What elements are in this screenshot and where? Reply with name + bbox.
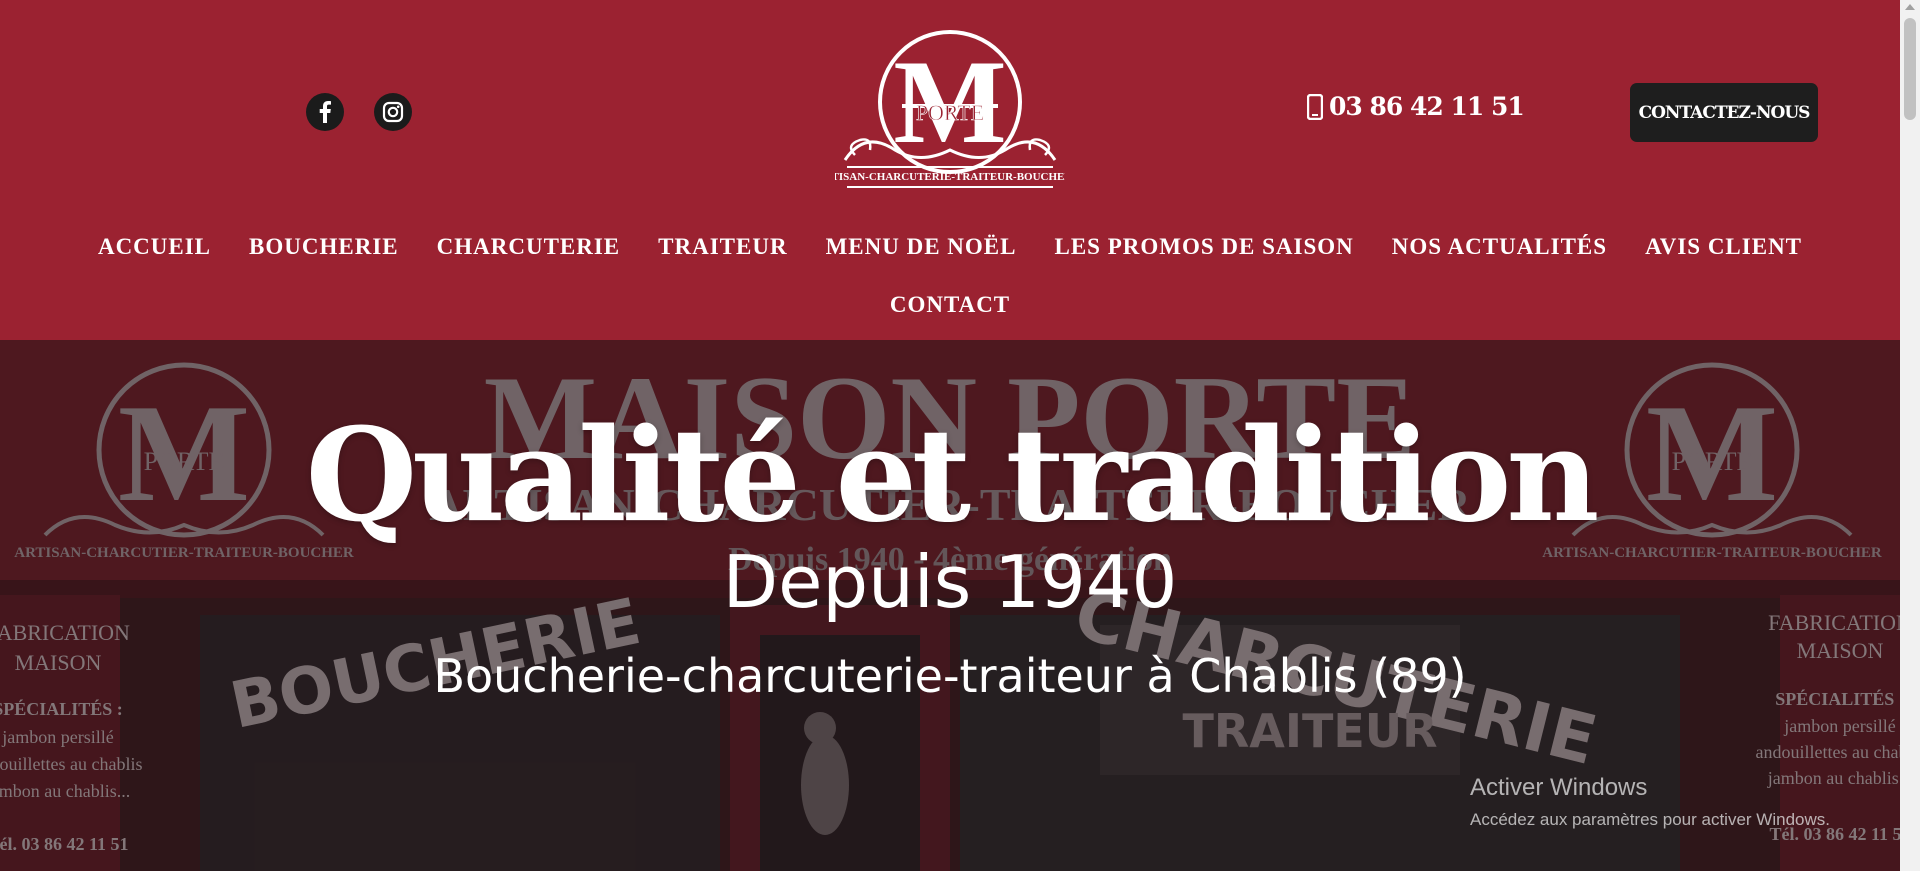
nav-item-contact[interactable]: CONTACT bbox=[890, 292, 1010, 318]
nav-item-nos-actualites[interactable]: NOS ACTUALITÉS bbox=[1392, 234, 1607, 260]
nav-item-traiteur[interactable]: TRAITEUR bbox=[658, 234, 787, 260]
watermark-title: Activer Windows bbox=[1470, 774, 1648, 801]
nav-item-avis-client[interactable]: AVIS CLIENT bbox=[1645, 234, 1802, 260]
phone-number[interactable]: 03 86 42 11 51 bbox=[1307, 92, 1525, 121]
scroll-up-icon[interactable] bbox=[1905, 4, 1915, 10]
watermark-text: Accédez aux paramètres pour activer Wind… bbox=[1470, 810, 1830, 829]
page-scrollbar[interactable] bbox=[1900, 0, 1920, 871]
hero-title: Qualité et tradition bbox=[305, 401, 1600, 551]
nav-item-boucherie[interactable]: BOUCHERIE bbox=[249, 234, 399, 260]
mobile-phone-icon bbox=[1307, 93, 1323, 120]
instagram-link[interactable] bbox=[374, 93, 412, 131]
hero-description: Boucherie-charcuterie-traiteur à Chablis… bbox=[433, 649, 1467, 703]
main-nav-row-2: CONTACT bbox=[0, 292, 1900, 318]
contact-us-button[interactable]: CONTACTEZ-NOUS bbox=[1630, 83, 1818, 142]
nav-item-charcuterie[interactable]: CHARCUTERIE bbox=[437, 234, 621, 260]
phone-text: 03 86 42 11 51 bbox=[1329, 92, 1525, 121]
nav-item-accueil[interactable]: ACCUEIL bbox=[98, 234, 211, 260]
facebook-icon bbox=[319, 101, 331, 123]
hero-subtitle: Depuis 1940 bbox=[722, 540, 1178, 624]
nav-item-promos-de-saison[interactable]: LES PROMOS DE SAISON bbox=[1054, 234, 1353, 260]
hero-section: MAISON PORTE ARTISAN-CHARCUTIER-TRAITEUR… bbox=[0, 340, 1900, 871]
page: M PORTE ARTISAN-CHARCUTERIE-TRAITEUR-BOU… bbox=[0, 0, 1900, 871]
scrollbar-thumb[interactable] bbox=[1904, 18, 1916, 120]
main-nav: ACCUEIL BOUCHERIE CHARCUTERIE TRAITEUR M… bbox=[0, 234, 1900, 260]
logo-name: PORTE bbox=[916, 100, 984, 125]
maison-porte-logo: M PORTE ARTISAN-CHARCUTERIE-TRAITEUR-BOU… bbox=[835, 30, 1065, 188]
windows-activation-watermark: Activer Windows Accédez aux paramètres p… bbox=[1470, 774, 1830, 830]
site-logo[interactable]: M PORTE ARTISAN-CHARCUTERIE-TRAITEUR-BOU… bbox=[835, 20, 1065, 195]
nav-item-menu-de-noel[interactable]: MENU DE NOËL bbox=[826, 234, 1017, 260]
logo-tagline: ARTISAN-CHARCUTERIE-TRAITEUR-BOUCHERIE bbox=[835, 171, 1065, 183]
instagram-icon bbox=[382, 101, 404, 123]
site-header: M PORTE ARTISAN-CHARCUTERIE-TRAITEUR-BOU… bbox=[0, 0, 1900, 340]
facebook-link[interactable] bbox=[306, 93, 344, 131]
social-links bbox=[306, 93, 412, 131]
